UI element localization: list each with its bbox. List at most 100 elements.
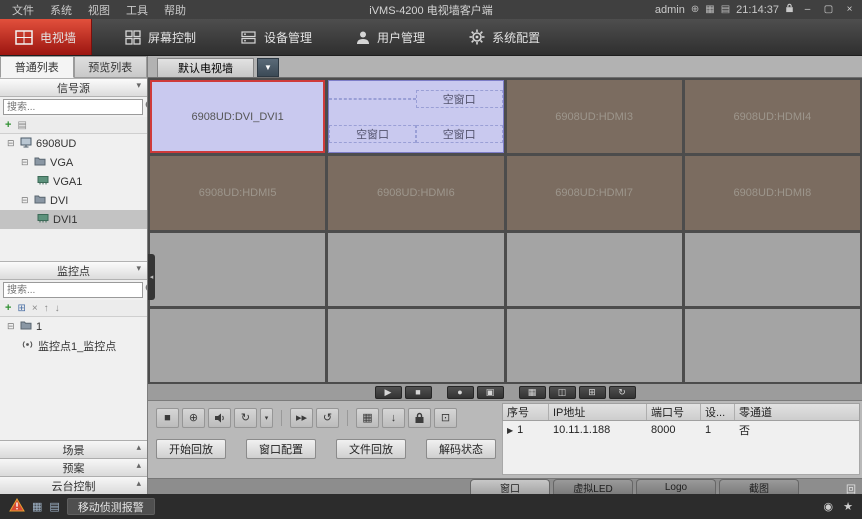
col-zero-channel[interactable]: 零通道 [735, 404, 859, 420]
tab-logo[interactable]: Logo [636, 479, 716, 494]
tab-normal-list[interactable]: 普通列表 [0, 56, 74, 78]
wall-cell-hdmi4[interactable]: 6908UD:HDMI4 [685, 80, 860, 153]
play-button[interactable]: ▶ [375, 386, 402, 399]
tree-item-dvi[interactable]: ⊟ DVI [0, 191, 147, 210]
move-up-icon[interactable]: ↑ [44, 303, 49, 314]
col-device[interactable]: 设... [701, 404, 735, 420]
wall-config-button[interactable]: ⊞ [579, 386, 606, 399]
empty-window[interactable]: 空窗口 [416, 90, 503, 108]
tab-window[interactable]: 窗口 [470, 479, 550, 494]
start-playback-button[interactable]: 开始回放 [156, 439, 226, 459]
cycle-decode-button[interactable]: ↺ [316, 408, 339, 428]
event-log-icon[interactable]: ▤ [49, 500, 59, 513]
edit-signal-icon[interactable]: ▤ [17, 120, 26, 131]
minimize-button[interactable]: – [800, 4, 815, 15]
nav-tab-tvwall[interactable]: 电视墙 [0, 19, 92, 55]
tab-default-tvwall[interactable]: 默认电视墙 [157, 58, 254, 77]
add-camera-icon[interactable]: + [5, 302, 11, 314]
tab-screenshot[interactable]: 截图 [719, 479, 799, 494]
lock-screen-icon[interactable] [785, 3, 794, 16]
empty-window[interactable]: 空窗口 [329, 125, 416, 143]
tab-preview-list[interactable]: 预览列表 [74, 56, 148, 78]
panel-restore-icon[interactable]: 回 [846, 481, 856, 496]
screen-config-button[interactable]: ▦ [519, 386, 546, 399]
wall-cell-dvi1[interactable]: 6908UD:DVI_DVI1 [150, 80, 325, 153]
wall-cell-hdmi8[interactable]: 6908UD:HDMI8 [685, 156, 860, 229]
star-icon[interactable]: ★ [843, 500, 853, 513]
relay-decode-button[interactable]: ▸▸ [290, 408, 313, 428]
wall-cell-empty[interactable] [150, 309, 325, 382]
wall-cell-empty[interactable] [685, 309, 860, 382]
col-no[interactable]: 序号 [503, 404, 549, 420]
ptz-dropdown-button[interactable]: ▾ [260, 408, 273, 428]
col-ip[interactable]: IP地址 [549, 404, 647, 420]
delete-camera-icon[interactable]: × [32, 303, 38, 314]
tree-item-camera1[interactable]: 监控点1_监控点 [0, 336, 147, 355]
col-port[interactable]: 端口号 [647, 404, 701, 420]
wall-cell-hdmi3[interactable]: 6908UD:HDMI3 [507, 80, 682, 153]
stop-button[interactable]: ■ [405, 386, 432, 399]
table-row[interactable]: ▶ 1 10.11.1.188 8000 1 否 [503, 421, 859, 439]
alarm-triangle-icon[interactable] [9, 498, 25, 515]
wall-dropdown-button[interactable]: ▼ [257, 58, 279, 77]
nav-tab-user-management[interactable]: 用户管理 [341, 19, 440, 55]
move-down-icon[interactable]: ↓ [55, 303, 60, 314]
audio-button[interactable] [208, 408, 231, 428]
stop-decoding-button[interactable]: ■ [156, 408, 179, 428]
tree-item-6908ud[interactable]: ⊟ 6908UD [0, 134, 147, 153]
wall-cell-hdmi7[interactable]: 6908UD:HDMI7 [507, 156, 682, 229]
collapse-icon[interactable]: ⊟ [7, 138, 16, 149]
wall-cell-empty[interactable] [150, 233, 325, 306]
accordion-plan[interactable]: 预案 ▴ [0, 458, 147, 476]
wall-cell-empty[interactable] [507, 233, 682, 306]
nav-tab-device-management[interactable]: 设备管理 [225, 19, 327, 55]
file-playback-button[interactable]: 文件回放 [336, 439, 406, 459]
menu-tools[interactable]: 工具 [118, 2, 156, 18]
wall-cell-hdmi6[interactable]: 6908UD:HDMI6 [328, 156, 503, 229]
tree-item-group1[interactable]: ⊟ 1 [0, 317, 147, 336]
nav-tab-screen-control[interactable]: 屏幕控制 [110, 19, 211, 55]
close-button[interactable]: × [842, 4, 857, 15]
screen-layout-button[interactable]: ▦ [356, 408, 379, 428]
add-signal-icon[interactable]: + [5, 119, 11, 131]
accordion-scene[interactable]: 场景 ▴ [0, 440, 147, 458]
popup-toggle-icon[interactable]: ◉ [824, 500, 834, 513]
tree-item-dvi1-selected[interactable]: DVI1 [0, 210, 147, 229]
accordion-ptz-control[interactable]: 云台控制 ▴ [0, 476, 147, 494]
empty-window[interactable]: 空窗口 [416, 125, 503, 143]
signal-search-input[interactable] [3, 99, 143, 115]
camera-search-input[interactable] [3, 282, 143, 298]
modify-camera-icon[interactable]: ⊞ [17, 303, 25, 314]
wall-cell-empty[interactable] [328, 233, 503, 306]
window-split-button[interactable]: ◫ [549, 386, 576, 399]
wall-cell-quad[interactable]: 空窗口 空窗口 空窗口 [328, 80, 503, 153]
alarm-status-label[interactable]: 移动侦测报警 [67, 498, 155, 515]
collapse-icon[interactable]: ⊟ [21, 157, 30, 168]
camera-panel-header[interactable]: 监控点 ▾ [0, 261, 147, 280]
calendar-icon[interactable]: ▤ [721, 4, 730, 15]
maximize-button[interactable]: ▢ [821, 4, 836, 15]
event-picture-icon[interactable]: ▦ [32, 500, 42, 513]
sidebar-collapse-handle[interactable]: ◂ [148, 254, 155, 300]
decode-status-button[interactable]: 解码状态 [426, 439, 496, 459]
nav-tab-system-config[interactable]: 系统配置 [454, 19, 555, 55]
menu-view[interactable]: 视图 [80, 2, 118, 18]
menu-help[interactable]: 帮助 [156, 2, 194, 18]
wall-cell-hdmi5[interactable]: 6908UD:HDMI5 [150, 156, 325, 229]
ptz-rotate-button[interactable]: ↻ [234, 408, 257, 428]
record-button[interactable]: ● [447, 386, 474, 399]
menu-file[interactable]: 文件 [4, 2, 42, 18]
capture-button[interactable]: ▣ [477, 386, 504, 399]
video-thumbnail[interactable] [329, 98, 416, 100]
digital-zoom-button[interactable]: ⊕ [182, 408, 205, 428]
menu-system[interactable]: 系统 [42, 2, 80, 18]
lock-button[interactable] [408, 408, 431, 428]
fullscreen-button[interactable]: ⊡ [434, 408, 457, 428]
collapse-icon[interactable]: ⊟ [7, 321, 16, 332]
tree-item-vga[interactable]: ⊟ VGA [0, 153, 147, 172]
wall-cell-empty[interactable] [507, 309, 682, 382]
signal-source-header[interactable]: 信号源 ▾ [0, 78, 147, 97]
window-config-button[interactable]: 窗口配置 [246, 439, 316, 459]
tree-item-vga1[interactable]: VGA1 [0, 172, 147, 191]
export-button[interactable]: ↓ [382, 408, 405, 428]
